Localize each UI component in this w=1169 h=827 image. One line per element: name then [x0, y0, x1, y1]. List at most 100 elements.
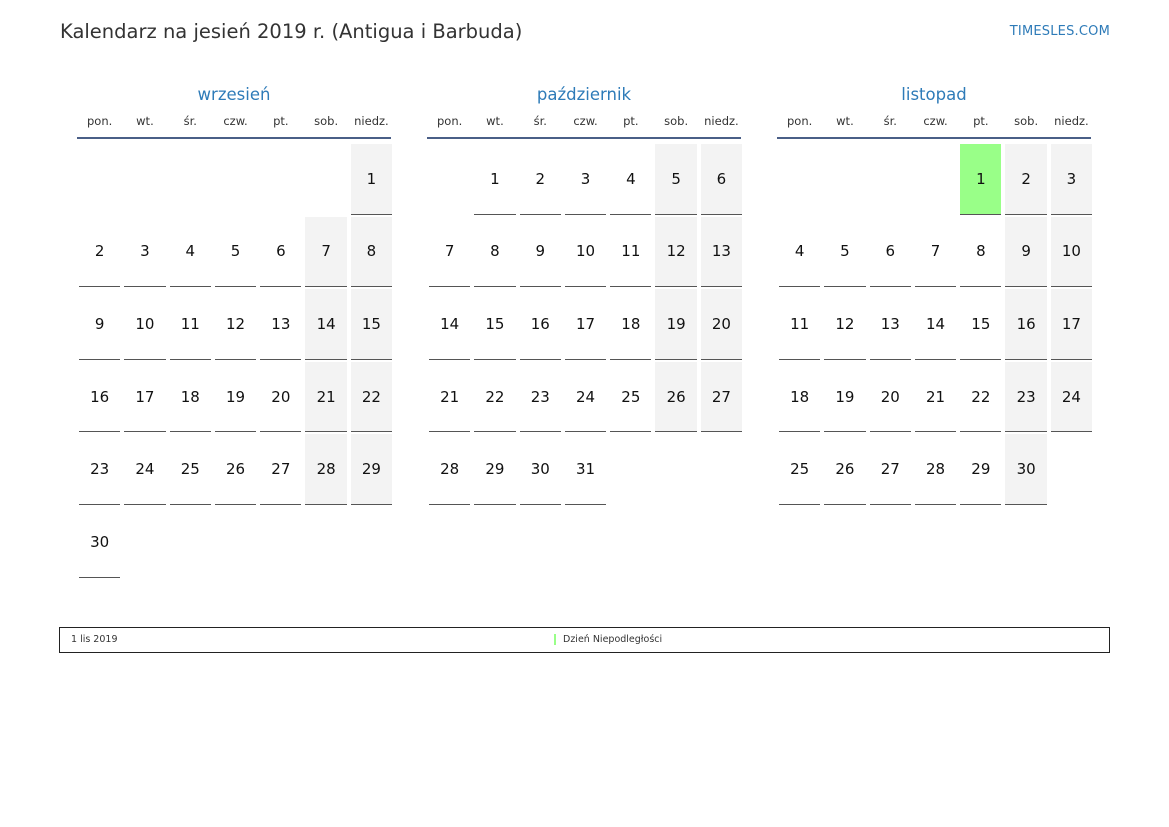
site-link[interactable]: TIMESLES.COM: [1010, 24, 1110, 39]
weekday-label: niedz.: [354, 114, 389, 128]
month-calendar: wrzesień pon. wt. śr. czw. pt. sob. niedz. 1 2 3 4 5…: [77, 84, 394, 578]
day-cell: 31: [563, 432, 608, 505]
day-cell: 27: [699, 360, 744, 433]
day-number: 6: [700, 144, 743, 215]
day-cell: 9: [518, 215, 563, 288]
day-number: 15: [960, 289, 1002, 360]
day-cell: 13: [699, 215, 744, 288]
day-number: 10: [1050, 216, 1093, 288]
day-number: 13: [700, 216, 743, 288]
month-name: wrzesień: [197, 85, 271, 104]
day-cell: 7: [913, 215, 958, 288]
day-cell: 10: [563, 215, 608, 288]
day-number: 16: [79, 362, 121, 433]
day-number: 24: [124, 434, 166, 505]
empty-cell: [77, 142, 122, 215]
day-number: 22: [960, 362, 1002, 433]
day-number: 28: [305, 434, 347, 505]
weekday-label: śr.: [533, 114, 547, 128]
day-cell: 6: [258, 215, 303, 288]
day-number: 10: [124, 289, 166, 360]
day-number: 19: [824, 362, 866, 433]
empty-cell: [303, 142, 348, 215]
day-number: 6: [260, 217, 302, 288]
holiday-legend: 1 lis 2019 Dzień Niepodległości: [59, 627, 1110, 653]
day-cell: 8: [958, 215, 1003, 288]
day-number: 30: [1005, 434, 1047, 505]
day-number: 22: [350, 361, 393, 433]
weekday-label: wt.: [486, 114, 504, 128]
day-number: 28: [429, 434, 471, 505]
day-cell: 1: [472, 142, 517, 215]
day-cell: 21: [913, 360, 958, 433]
weekday-label: pon.: [437, 114, 463, 128]
day-cell: 19: [653, 287, 698, 360]
day-cell: 11: [168, 287, 213, 360]
day-cell: 8: [349, 215, 394, 288]
day-cell: 17: [1049, 287, 1094, 360]
day-cell: 27: [868, 432, 913, 505]
weekday-label: czw.: [223, 114, 248, 128]
day-cell: 14: [303, 287, 348, 360]
weekday-label: niedz.: [704, 114, 739, 128]
day-cell: 11: [608, 215, 653, 288]
month-name: październik: [536, 85, 632, 104]
legend-date: 1 lis 2019: [71, 634, 118, 645]
day-cell: 22: [472, 360, 517, 433]
day-number: 31: [564, 434, 607, 505]
empty-cell: [122, 142, 167, 215]
day-cell: 30: [1003, 432, 1048, 505]
day-number: 2: [79, 217, 121, 288]
day-number: 28: [914, 434, 957, 505]
day-cell: 7: [303, 215, 348, 288]
day-number: 11: [169, 289, 211, 360]
day-number: 3: [124, 217, 166, 288]
empty-cell: [213, 142, 258, 215]
day-cell: 9: [77, 287, 122, 360]
empty-cell: [777, 142, 822, 215]
day-number: 21: [305, 361, 347, 433]
day-cell: 5: [653, 142, 698, 215]
day-number: 9: [519, 217, 561, 288]
day-cell: 18: [777, 360, 822, 433]
day-number: 30: [519, 434, 561, 505]
day-cell: 25: [608, 360, 653, 433]
empty-cell: [868, 142, 913, 215]
day-cell: 22: [958, 360, 1003, 433]
day-cell: 28: [427, 432, 472, 505]
day-cell: 15: [472, 287, 517, 360]
day-cell: 5: [213, 215, 258, 288]
day-number: 5: [655, 144, 697, 215]
day-cell: 3: [563, 142, 608, 215]
header-divider: [77, 137, 391, 139]
day-cell: 24: [1049, 360, 1094, 433]
day-cell: 3: [1049, 142, 1094, 215]
day-number: 3: [564, 144, 607, 215]
day-number: 9: [79, 289, 121, 360]
day-number: 12: [824, 289, 866, 360]
day-number: 29: [350, 434, 393, 505]
day-number: 24: [564, 362, 607, 433]
day-number: 7: [429, 217, 471, 288]
day-number: 4: [610, 144, 652, 215]
day-number: 25: [779, 434, 821, 505]
day-cell: 10: [1049, 215, 1094, 288]
day-cell: 23: [518, 360, 563, 433]
day-cell: 2: [77, 215, 122, 288]
day-number: 10: [564, 217, 607, 288]
day-number: 23: [1005, 361, 1047, 433]
weekday-label: wt.: [836, 114, 854, 128]
day-number: 18: [610, 289, 652, 360]
day-cell: 10: [122, 287, 167, 360]
weekday-label: sob.: [314, 114, 339, 128]
day-cell: 4: [608, 142, 653, 215]
empty-cell: [258, 142, 303, 215]
header-divider: [777, 137, 1091, 139]
day-number: 20: [869, 362, 911, 433]
day-number: 8: [960, 217, 1002, 288]
day-number: 14: [914, 289, 957, 360]
day-cell: 19: [822, 360, 867, 433]
day-number: 7: [914, 217, 957, 288]
day-cell: 24: [122, 432, 167, 505]
day-cell: 20: [258, 360, 303, 433]
